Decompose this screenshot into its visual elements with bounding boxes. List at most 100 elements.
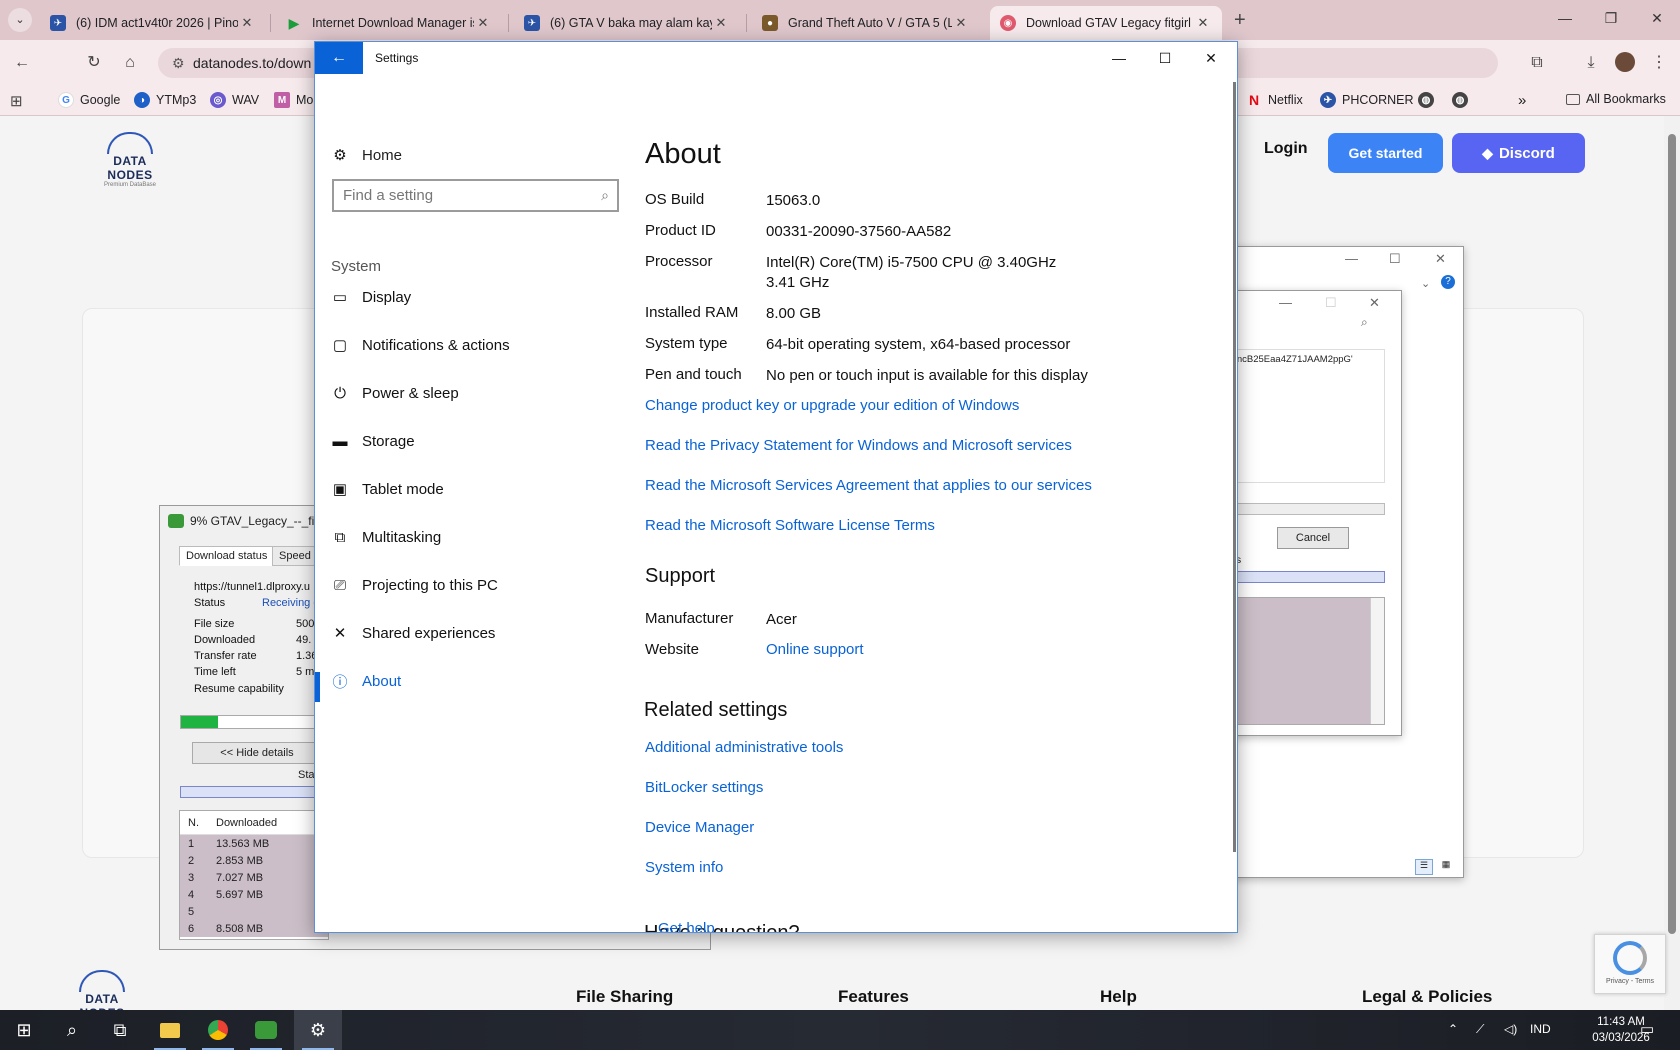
all-bookmarks[interactable]: All Bookmarks bbox=[1566, 92, 1666, 106]
table-row[interactable]: 5 bbox=[180, 903, 328, 920]
discord-button[interactable]: ◆ Discord bbox=[1452, 133, 1585, 173]
get-started-button[interactable]: Get started bbox=[1328, 133, 1443, 173]
system-info-link[interactable]: System info bbox=[645, 859, 723, 876]
globe-bookmark-2[interactable]: ◍ bbox=[1452, 92, 1474, 108]
browser-tab-5-active[interactable]: ◉ Download GTAV Legacy fitgirl r ✕ bbox=[990, 6, 1222, 40]
close-tab-icon[interactable]: ✕ bbox=[952, 15, 970, 31]
browser-minimize-icon[interactable]: — bbox=[1555, 10, 1575, 26]
find-setting-input[interactable]: Find a setting ⌕ bbox=[332, 179, 619, 212]
browser-tab-3[interactable]: ✈ (6) GTA V baka may alam kayo ✕ bbox=[514, 6, 740, 40]
hide-details-button[interactable]: << Hide details bbox=[192, 742, 322, 764]
bitlocker-link[interactable]: BitLocker settings bbox=[645, 779, 763, 796]
back-arrow-icon[interactable]: ← bbox=[11, 52, 33, 74]
close-tab-icon[interactable]: ✕ bbox=[238, 15, 256, 31]
tab-search-dropdown-icon[interactable]: ⌄ bbox=[8, 8, 32, 32]
bookmark-netflix[interactable]: N Netflix bbox=[1246, 92, 1303, 108]
table-row[interactable]: 2 2.853 MB bbox=[180, 852, 328, 869]
bookmark-phcorner[interactable]: ✈ PHCORNER bbox=[1320, 92, 1414, 108]
reload-icon[interactable]: ↻ bbox=[83, 52, 105, 74]
nav-item-multitasking[interactable]: ⧉ Multitasking bbox=[331, 528, 442, 546]
recaptcha-badge[interactable]: Privacy - Terms bbox=[1594, 934, 1666, 994]
nav-home[interactable]: ⚙ Home bbox=[331, 146, 402, 165]
bookmark-google[interactable]: G Google bbox=[58, 92, 120, 108]
list-scrollbar[interactable] bbox=[1370, 598, 1384, 724]
maximize-icon[interactable]: ☐ bbox=[1389, 251, 1401, 267]
change-product-key-link[interactable]: Change product key or upgrade your editi… bbox=[645, 397, 1019, 414]
download-icon[interactable]: ⤓ bbox=[1580, 52, 1602, 74]
maximize-icon[interactable]: ☐ bbox=[1155, 48, 1175, 68]
privacy-statement-link[interactable]: Read the Privacy Statement for Windows a… bbox=[645, 437, 1072, 454]
table-row[interactable]: 1 13.563 MB bbox=[180, 835, 328, 852]
network-icon[interactable]: ⟋ bbox=[1476, 1022, 1484, 1037]
minimize-icon[interactable]: — bbox=[1279, 295, 1292, 310]
apps-grid-icon[interactable]: ⊞ bbox=[10, 92, 23, 110]
chevron-up-icon[interactable]: ⌃ bbox=[1448, 1022, 1458, 1036]
site-info-icon[interactable]: ⚙ bbox=[172, 55, 185, 72]
notifications-icon[interactable]: ▭ bbox=[1640, 1020, 1654, 1038]
nav-item-display[interactable]: ▭ Display bbox=[331, 288, 411, 307]
table-row[interactable]: 3 7.027 MB bbox=[180, 869, 328, 886]
get-help-link[interactable]: Get help bbox=[658, 920, 715, 932]
chevron-down-icon[interactable]: ⌄ bbox=[1421, 277, 1430, 290]
minimize-icon[interactable]: — bbox=[1109, 48, 1129, 68]
browser-tab-4[interactable]: ● Grand Theft Auto V / GTA 5 (Le ✕ bbox=[752, 6, 980, 40]
browser-restore-icon[interactable]: ❐ bbox=[1601, 10, 1621, 27]
nav-item-storage[interactable]: ▬ Storage bbox=[331, 432, 415, 450]
avatar[interactable] bbox=[1614, 52, 1636, 74]
nav-item-projecting[interactable]: ⎚ Projecting to this PC bbox=[331, 576, 498, 594]
nav-item-about[interactable]: ⓘ About bbox=[331, 672, 401, 691]
nav-item-tablet[interactable]: ▣ Tablet mode bbox=[331, 480, 444, 499]
close-tab-icon[interactable]: ✕ bbox=[1194, 15, 1212, 31]
page-scrollbar[interactable] bbox=[1664, 116, 1680, 1010]
start-windows-icon[interactable]: ⊞ bbox=[0, 1010, 48, 1050]
globe-bookmark-1[interactable]: ◍ bbox=[1418, 92, 1440, 108]
settings-taskbar-icon[interactable]: ⚙ bbox=[294, 1010, 342, 1050]
search-icon[interactable]: ⌕ bbox=[48, 1010, 96, 1050]
help-icon[interactable]: ? bbox=[1441, 275, 1455, 289]
bookmark-mo[interactable]: M Mo bbox=[274, 92, 313, 108]
scrollbar-thumb[interactable] bbox=[1668, 134, 1676, 934]
browser-tab-2[interactable]: ▶ Internet Download Manager is ✕ bbox=[276, 6, 502, 40]
back-arrow-icon[interactable]: ← bbox=[315, 42, 363, 74]
chrome-icon[interactable] bbox=[194, 1010, 242, 1050]
browser-close-icon[interactable]: ✕ bbox=[1647, 10, 1667, 27]
task-view-icon[interactable]: ⧉ bbox=[96, 1010, 144, 1050]
close-tab-icon[interactable]: ✕ bbox=[712, 15, 730, 31]
language-indicator[interactable]: IND bbox=[1530, 1022, 1551, 1036]
close-tab-icon[interactable]: ✕ bbox=[474, 15, 492, 31]
more-bookmarks-icon[interactable]: » bbox=[1518, 92, 1526, 109]
online-support-link[interactable]: Online support bbox=[766, 641, 864, 658]
search-icon[interactable]: ⌕ bbox=[601, 187, 609, 204]
nav-item-shared-experiences[interactable]: ✕ Shared experiences bbox=[331, 624, 496, 643]
close-icon[interactable]: ✕ bbox=[1201, 48, 1221, 68]
bookmark-wav[interactable]: ◎ WAV bbox=[210, 92, 259, 108]
services-agreement-link[interactable]: Read the Microsoft Services Agreement th… bbox=[645, 477, 1092, 494]
file-explorer-icon[interactable] bbox=[146, 1010, 194, 1050]
nav-item-notifications[interactable]: ▢ Notifications & actions bbox=[331, 336, 510, 355]
details-view-icon[interactable]: ☰ bbox=[1415, 859, 1433, 875]
license-terms-link[interactable]: Read the Microsoft Software License Term… bbox=[645, 517, 935, 534]
home-icon[interactable]: ⌂ bbox=[119, 52, 141, 74]
close-icon[interactable]: ✕ bbox=[1435, 251, 1446, 267]
close-icon[interactable]: ✕ bbox=[1369, 295, 1380, 311]
browser-tab-1[interactable]: ✈ (6) IDM act1v4t0r 2026 | Pinoy ✕ bbox=[40, 6, 266, 40]
extensions-icon[interactable]: ⧉ bbox=[1526, 52, 1548, 74]
search-icon[interactable]: ⌕ bbox=[1361, 315, 1368, 330]
chrome-menu-icon[interactable]: ⋮ bbox=[1648, 52, 1670, 74]
new-tab-icon[interactable]: + bbox=[1234, 9, 1246, 32]
large-icons-view-icon[interactable]: ▦ bbox=[1437, 859, 1455, 875]
settings-scrollbar[interactable] bbox=[1233, 82, 1236, 852]
bookmark-ytmp3[interactable]: ◑ YTMp3 bbox=[134, 92, 196, 108]
datanodes-logo[interactable]: DATA NODES Premium DataBase bbox=[92, 132, 168, 188]
token-text-field[interactable]: CncB25Eaa4Z71JAAM2ppG' bbox=[1225, 349, 1385, 483]
nav-item-power[interactable]: ⏻ Power & sleep bbox=[331, 384, 459, 402]
login-button[interactable]: Login bbox=[1264, 140, 1308, 158]
admin-tools-link[interactable]: Additional administrative tools bbox=[645, 739, 843, 756]
idm-taskbar-icon[interactable] bbox=[242, 1010, 290, 1050]
cancel-button[interactable]: Cancel bbox=[1277, 527, 1349, 549]
table-row[interactable]: 4 5.697 MB bbox=[180, 886, 328, 903]
device-manager-link[interactable]: Device Manager bbox=[645, 819, 754, 836]
tab-download-status[interactable]: Download status bbox=[179, 546, 275, 566]
volume-icon[interactable]: ◁) bbox=[1504, 1022, 1517, 1036]
minimize-icon[interactable]: — bbox=[1345, 251, 1358, 266]
